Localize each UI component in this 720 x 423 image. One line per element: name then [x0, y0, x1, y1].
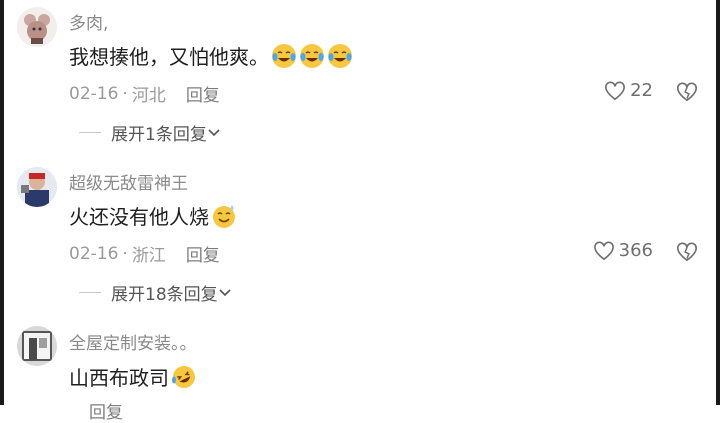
avatar[interactable]: [17, 167, 57, 207]
reply-button[interactable]: 回复: [89, 398, 123, 423]
laugh-cry-emoji-icon: [328, 43, 352, 68]
expand-replies-button[interactable]: 展开1条回复: [79, 120, 221, 145]
laugh-cry-emoji-icon: [272, 43, 296, 68]
comment-meta: 回复: [69, 398, 123, 423]
comment-date: 02-16: [69, 83, 119, 104]
comment-content: 我想揍他，又怕他爽。: [69, 45, 269, 69]
comment-location: 河北: [131, 86, 166, 106]
reply-button[interactable]: 回复: [186, 241, 220, 266]
like-button[interactable]: 366: [593, 240, 653, 261]
screen-border-right: [716, 0, 720, 405]
username[interactable]: 超级无敌雷神王: [69, 169, 188, 194]
avatar[interactable]: [17, 7, 57, 47]
sweat-smile-emoji-icon: [213, 204, 235, 228]
comment-date: 02-16: [69, 243, 119, 264]
comment-location: 浙江: [131, 246, 166, 266]
comment-text: 火还没有他人烧: [69, 201, 237, 230]
avatar[interactable]: [17, 326, 57, 366]
meta-separator: ·: [122, 83, 128, 104]
chevron-down-icon: [219, 288, 231, 296]
comment-meta: 02-16 · 河北 回复: [69, 81, 220, 107]
username[interactable]: 全屋定制安装。。: [69, 329, 197, 354]
comment-meta: 02-16 · 浙江 回复: [69, 241, 220, 267]
heart-icon: [605, 81, 626, 100]
expand-replies-label: 展开1条回复: [111, 125, 207, 145]
like-count: 366: [618, 240, 653, 261]
comment-content: 火还没有他人烧: [69, 205, 209, 229]
dislike-heart-icon[interactable]: [676, 81, 698, 103]
meta-separator: ·: [122, 243, 128, 264]
divider: [79, 292, 101, 293]
laugh-cry-emoji-icon: [300, 43, 324, 68]
heart-icon: [593, 241, 614, 260]
screen-border-left: [0, 0, 4, 405]
expand-replies-label: 展开18条回复: [111, 285, 218, 305]
dislike-heart-icon[interactable]: [676, 241, 698, 263]
comment-content: 山西布政司: [69, 366, 169, 390]
reply-button[interactable]: 回复: [186, 81, 220, 106]
divider: [79, 132, 101, 133]
like-count: 22: [630, 80, 653, 101]
like-button[interactable]: 22: [604, 80, 653, 101]
expand-replies-button[interactable]: 展开18条回复: [79, 280, 232, 305]
chevron-down-icon: [208, 128, 220, 136]
rofl-emoji-icon: [172, 365, 195, 388]
username[interactable]: 多肉,: [69, 9, 108, 34]
comment-text: 山西布政司: [69, 362, 197, 391]
comment-text: 我想揍他，又怕他爽。: [69, 41, 353, 70]
